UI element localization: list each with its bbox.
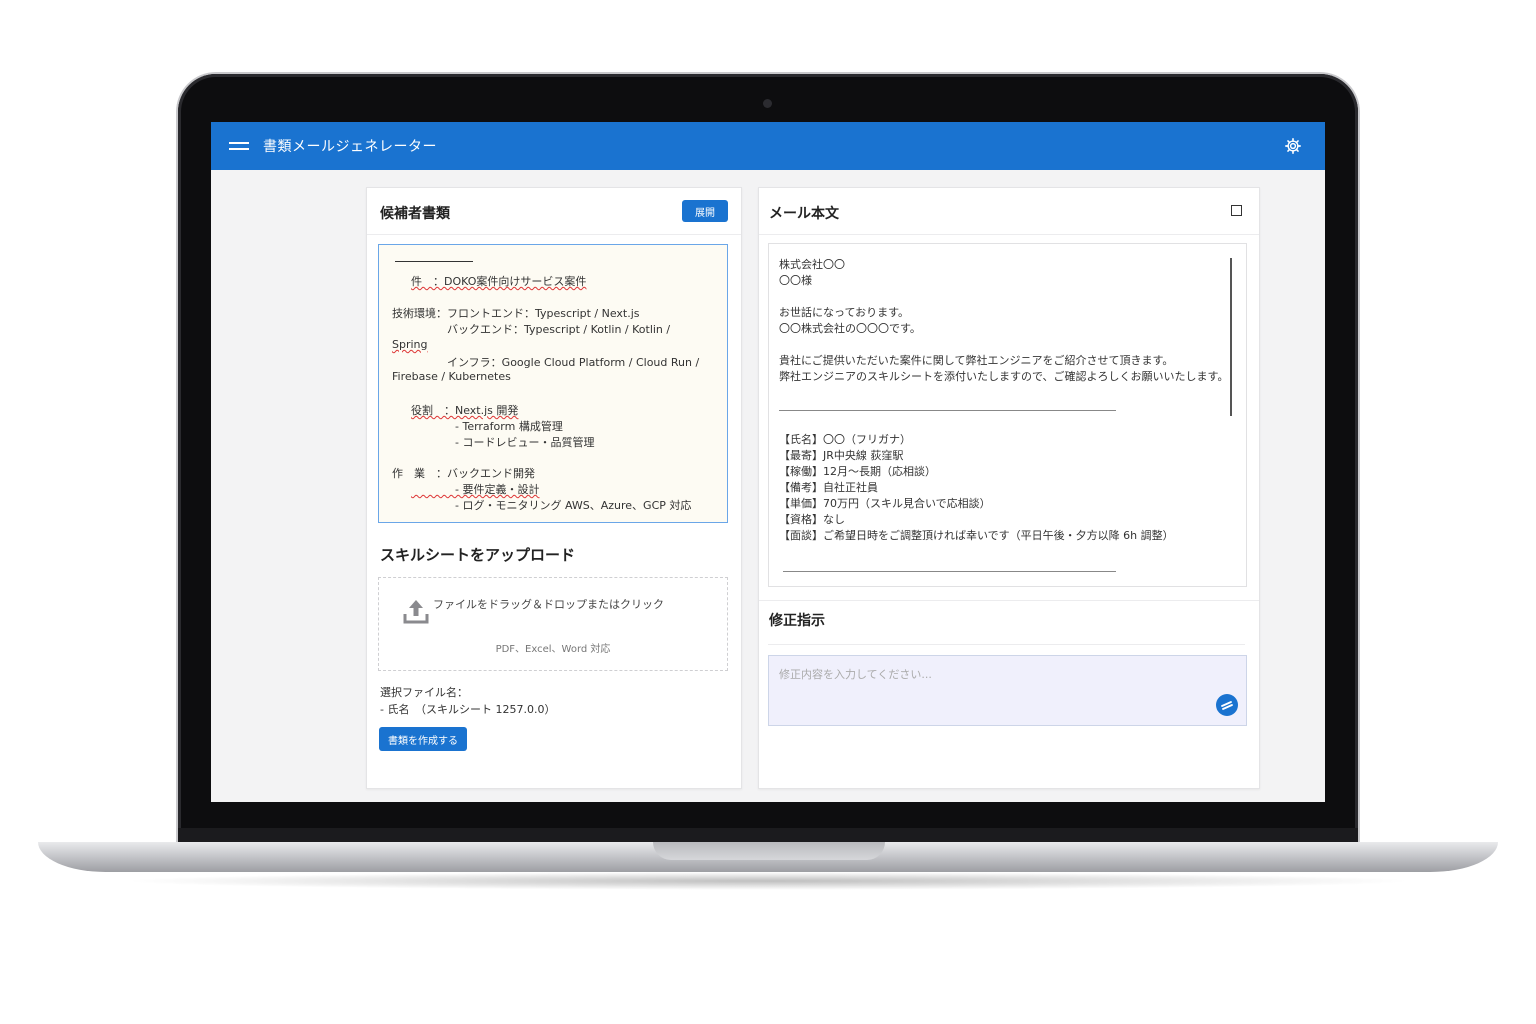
- mail-detail-line: 【稼働】12月～長期（応相談）: [779, 465, 936, 478]
- instruction-placeholder: 修正内容を入力してください...: [779, 668, 932, 681]
- mail-body-title: メール本文: [769, 206, 839, 222]
- mail-line: 弊社エンジニアのスキルシートを添付いたしますので、ご確認よろしくお願いいたします…: [779, 370, 1229, 383]
- resume-line: 役割 ：Next.js 開発: [411, 404, 519, 417]
- upload-section-title: スキルシートをアップロード: [380, 546, 576, 564]
- menu-icon[interactable]: [229, 138, 249, 154]
- mail-line: 〇〇様: [779, 274, 812, 287]
- mail-body-text[interactable]: 株式会社〇〇 〇〇様 お世話になっております。 〇〇株式会社の〇〇〇です。 貴社…: [768, 243, 1247, 587]
- upload-instruction: ファイルをドラッグ＆ドロップまたはクリック: [433, 598, 664, 611]
- app-title: 書類メールジェネレーター: [263, 139, 437, 155]
- candidate-doc-card: 候補者書類 展開 件 ：DOKO案件向けサービス案件 技術環境：フロントエンド：…: [366, 187, 742, 789]
- file-label: 選択ファイル名：: [380, 686, 468, 699]
- mail-body-card: メール本文 株式会社〇〇 〇〇様 お世話になっております。 〇〇株式会社の〇〇〇…: [758, 187, 1260, 789]
- mail-line: お世話になっております。: [779, 306, 910, 319]
- resume-line: バックエンド：Typescript / Kotlin / Kotlin /: [392, 323, 671, 336]
- send-glyph: [1221, 701, 1233, 710]
- mail-line: 貴社にご提供いただいた案件に関して弊社エンジニアをご紹介させて頂きます。: [779, 354, 1174, 367]
- generate-button[interactable]: 書類を作成する: [379, 727, 467, 751]
- app-bar: 書類メールジェネレーター: [211, 122, 1325, 170]
- mail-detail-line: 【最寄】JR中央線 荻窪駅: [779, 449, 904, 462]
- mail-separator: [783, 571, 1116, 572]
- upload-supported-formats: PDF、Excel、Word 対応: [495, 644, 611, 655]
- resume-line: 件 ：DOKO案件向けサービス案件: [411, 275, 587, 288]
- resume-preview[interactable]: 件 ：DOKO案件向けサービス案件 技術環境：フロントエンド：Typescrip…: [378, 244, 728, 523]
- mail-scrollbar[interactable]: [1230, 258, 1232, 416]
- mail-detail-line: 【資格】なし: [779, 513, 845, 526]
- instruction-title: 修正指示: [769, 613, 825, 629]
- mail-detail-line: 【備考】自社正社員: [779, 481, 878, 494]
- mail-separator: [779, 410, 1116, 411]
- resume-line: 技術環境：フロントエンド：Typescript / Next.js: [392, 307, 640, 320]
- resume-line: Spring: [392, 338, 428, 351]
- camera-dot: [763, 99, 772, 108]
- file-info: - 氏名 （スキルシート 1257.0.0）: [380, 703, 556, 716]
- resume-line: - Terraform 構成管理: [411, 420, 563, 433]
- laptop-notch: [653, 842, 885, 860]
- divider: [759, 600, 1259, 601]
- laptop-shadow: [120, 872, 1416, 890]
- expand-icon[interactable]: [1231, 205, 1242, 216]
- instruction-input[interactable]: 修正内容を入力してください...: [768, 655, 1247, 726]
- resume-line: Firebase / Kubernetes: [392, 370, 511, 383]
- resume-line: 作 業 ：バックエンド開発: [392, 467, 535, 480]
- mail-detail-line: 【単価】70万円（スキル見合いで応相談）: [779, 497, 991, 510]
- mail-detail-line: 【面談】ご希望日時をご調整頂ければ幸いです（平日午後・夕方以降 6h 調整）: [779, 529, 1174, 542]
- divider: [768, 644, 1245, 645]
- send-icon[interactable]: [1216, 694, 1238, 716]
- mail-line: 〇〇株式会社の〇〇〇です。: [779, 322, 921, 335]
- expand-button[interactable]: 展開: [682, 200, 728, 222]
- divider: [759, 234, 1259, 235]
- resume-rule: [395, 261, 473, 262]
- mail-line: 株式会社〇〇: [779, 258, 845, 271]
- candidate-doc-title: 候補者書類: [380, 206, 450, 222]
- upload-icon: [403, 600, 429, 624]
- resume-line: インフラ：Google Cloud Platform / Cloud Run /: [392, 356, 700, 369]
- file-dropzone[interactable]: ファイルをドラッグ＆ドロップまたはクリック PDF、Excel、Word 対応: [378, 577, 728, 671]
- resume-line: - コードレビュー・品質管理: [411, 436, 595, 449]
- resume-line: - ログ・モニタリング AWS、Azure、GCP 対応: [411, 499, 692, 512]
- gear-icon[interactable]: [1284, 137, 1302, 155]
- app-screen: 書類メールジェネレーター 候補者書類 展開 件 ：DOKO案件向けサービス案件 …: [211, 122, 1325, 802]
- resume-line: - 要件定義・設計: [411, 483, 540, 496]
- divider: [367, 234, 741, 235]
- mail-detail-line: 【氏名】〇〇（フリガナ）: [779, 433, 911, 446]
